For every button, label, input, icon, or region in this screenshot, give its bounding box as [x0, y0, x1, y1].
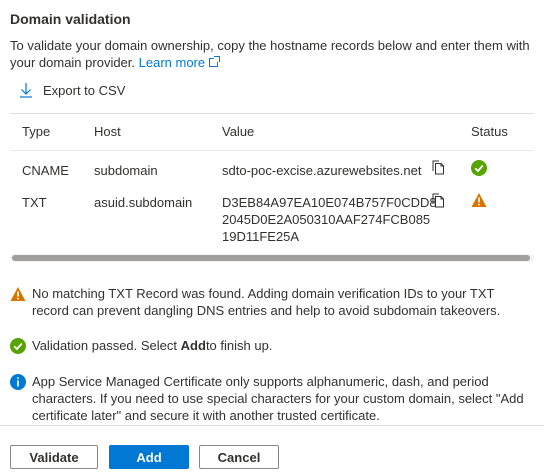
- value-line: 2045D0E2A050310AAF274FCB085: [222, 212, 431, 227]
- success-text: Validation passed. Select Addto finish u…: [32, 337, 272, 354]
- cancel-button[interactable]: Cancel: [199, 445, 279, 469]
- cell-host: asuid.subdomain: [94, 195, 193, 210]
- column-header-status: Status: [471, 124, 508, 139]
- success-message: Validation passed. Select Addto finish u…: [10, 337, 534, 354]
- cell-value: sdto-poc-excise.azurewebsites.net: [222, 163, 422, 178]
- export-csv-button[interactable]: Export to CSV: [20, 83, 125, 98]
- cell-type: CNAME: [22, 163, 69, 178]
- value-line: 19D11FE25A: [222, 229, 300, 244]
- export-csv-label: Export to CSV: [43, 83, 126, 98]
- success-text-suffix: to finish up.: [205, 338, 273, 353]
- cell-type: TXT: [22, 195, 47, 210]
- learn-more-link[interactable]: Learn more: [138, 55, 221, 70]
- records-table: Type Host Value Status CNAME subdomain s…: [10, 113, 534, 263]
- info-text: App Service Managed Certificate only sup…: [32, 374, 524, 423]
- validate-button[interactable]: Validate: [10, 445, 98, 469]
- checkmark-circle-icon: [471, 160, 487, 176]
- info-circle-icon: [10, 374, 26, 390]
- value-line: D3EB84A97EA10E074B757F0CDD8: [222, 195, 437, 210]
- external-link-icon: [209, 56, 221, 67]
- description: To validate your domain ownership, copy …: [10, 37, 534, 71]
- warning-message: No matching TXT Record was found. Adding…: [10, 285, 534, 319]
- copy-icon[interactable]: [432, 160, 444, 175]
- warning-triangle-icon: [10, 287, 26, 301]
- panel-title: Domain validation: [10, 11, 131, 27]
- description-text: To validate your domain ownership, copy …: [10, 38, 530, 70]
- column-header-type: Type: [22, 124, 51, 139]
- cell-host: subdomain: [94, 163, 158, 178]
- action-footer: Validate Add Cancel: [0, 425, 544, 473]
- success-text-bold: Add: [180, 338, 206, 353]
- add-button[interactable]: Add: [109, 445, 189, 469]
- horizontal-scrollbar[interactable]: [10, 254, 534, 262]
- info-message: App Service Managed Certificate only sup…: [10, 373, 534, 424]
- success-text-prefix: Validation passed. Select: [32, 338, 178, 353]
- download-icon: [20, 83, 32, 98]
- column-header-value: Value: [222, 124, 255, 139]
- warning-text: No matching TXT Record was found. Adding…: [32, 286, 501, 318]
- warning-triangle-icon: [471, 193, 487, 207]
- cell-value: D3EB84A97EA10E074B757F0CDD8 2045D0E2A050…: [222, 194, 437, 245]
- scrollbar-thumb[interactable]: [12, 255, 530, 261]
- column-header-host: Host: [94, 124, 121, 139]
- checkmark-circle-icon: [10, 338, 26, 354]
- copy-icon[interactable]: [432, 193, 444, 208]
- learn-more-label: Learn more: [138, 55, 206, 70]
- header-divider: [10, 150, 534, 151]
